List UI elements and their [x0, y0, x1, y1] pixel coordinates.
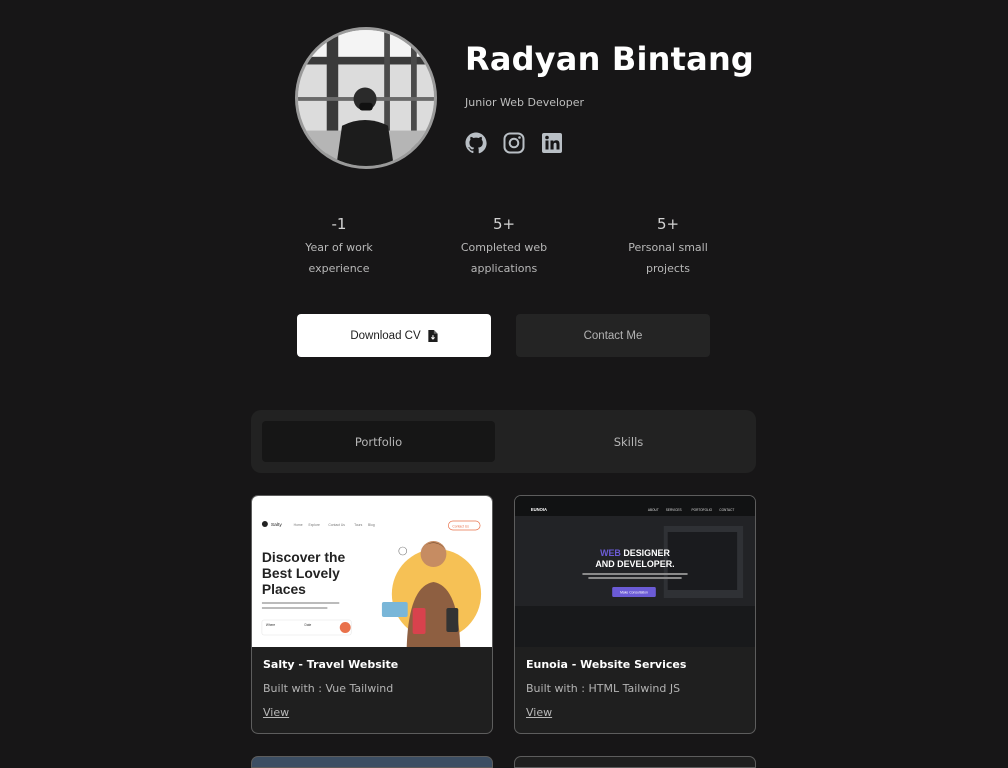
- project-card-partial: [251, 756, 493, 768]
- stat-experience: -1 Year of work experience: [269, 215, 409, 279]
- eunoia-nav-portfolio: PORTOFOLIO: [692, 508, 713, 512]
- stat-label-line1: Personal small: [628, 241, 708, 254]
- section-tabs: Portfolio Skills: [251, 410, 756, 473]
- eunoia-headline-1: WEB DESIGNER: [600, 548, 670, 558]
- project-card-eunoia: EUNOIA ABOUT SERVICES PORTOFOLIO CONTACT…: [514, 495, 756, 734]
- eunoia-headline-2: AND DEVELOPER.: [595, 559, 674, 569]
- eunoia-brand: EUNOIA: [531, 507, 547, 512]
- project-view-link[interactable]: View: [526, 706, 552, 719]
- stat-label-line2: experience: [308, 262, 370, 275]
- project-thumbnail: EUNOIA ABOUT SERVICES PORTOFOLIO CONTACT…: [515, 496, 755, 647]
- project-tech: Built with : Vue Tailwind: [263, 682, 394, 695]
- stat-label-line1: Year of work: [305, 241, 373, 254]
- stats-section: -1 Year of work experience 5+ Completed …: [0, 215, 1008, 285]
- stat-personal-projects: 5+ Personal small projects: [598, 215, 738, 279]
- salty-headline-1: Discover the: [262, 549, 346, 565]
- file-download-icon: [428, 329, 438, 342]
- eunoia-nav-services: SERVICES: [666, 508, 682, 512]
- salty-nav-explore: Explore: [309, 523, 321, 527]
- project-card-salty: Salty Home Explore Contact Us Tours Blog…: [251, 495, 493, 734]
- download-cv-label: Download CV: [350, 329, 421, 342]
- stat-label-line2: applications: [470, 262, 538, 275]
- salty-cta: Contact Us: [452, 524, 469, 528]
- stat-value: 5+: [492, 215, 516, 233]
- stat-completed-apps: 5+ Completed web applications: [434, 215, 574, 279]
- salty-headline-2: Best Lovely: [262, 565, 340, 581]
- stat-label-line2: projects: [646, 262, 690, 275]
- project-tech: Built with : HTML Tailwind JS: [526, 682, 681, 695]
- social-links: [464, 131, 564, 155]
- salty-headline-3: Places: [262, 581, 306, 597]
- linkedin-link[interactable]: [540, 131, 564, 155]
- eunoia-nav-about: ABOUT: [648, 508, 659, 512]
- project-thumbnail: Salty Home Explore Contact Us Tours Blog…: [252, 496, 492, 647]
- stat-value: -1: [331, 215, 347, 233]
- salty-nav-tours: Tours: [354, 523, 363, 527]
- salty-where-label: Where: [266, 623, 276, 627]
- tab-skills[interactable]: Skills: [512, 421, 745, 462]
- salty-nav-blog: Blog: [368, 523, 375, 527]
- github-link[interactable]: [464, 131, 488, 155]
- project-title: Eunoia - Website Services: [526, 658, 687, 671]
- contact-me-button[interactable]: Contact Me: [516, 314, 710, 357]
- project-card-partial: [514, 756, 756, 768]
- profile-role: Junior Web Developer: [465, 96, 585, 109]
- linkedin-icon: [542, 133, 562, 153]
- project-title: Salty - Travel Website: [263, 658, 399, 671]
- tab-portfolio[interactable]: Portfolio: [262, 421, 495, 462]
- salty-nav-contact: Contact Us: [328, 523, 345, 527]
- download-cv-button[interactable]: Download CV: [297, 314, 491, 357]
- profile-avatar: [295, 27, 437, 169]
- instagram-link[interactable]: [502, 131, 526, 155]
- github-icon: [465, 132, 487, 154]
- salty-brand: Salty: [271, 522, 283, 528]
- stat-value: 5+: [656, 215, 680, 233]
- salty-nav-home: Home: [294, 523, 303, 527]
- instagram-icon: [503, 132, 525, 154]
- salty-date-label: Date: [305, 623, 312, 627]
- profile-name: Radyan Bintang: [465, 40, 755, 78]
- stat-label-line1: Completed web: [460, 241, 548, 254]
- project-view-link[interactable]: View: [263, 706, 289, 719]
- eunoia-cta: Make Consultation: [620, 590, 648, 594]
- eunoia-nav-contact: CONTACT: [719, 508, 734, 512]
